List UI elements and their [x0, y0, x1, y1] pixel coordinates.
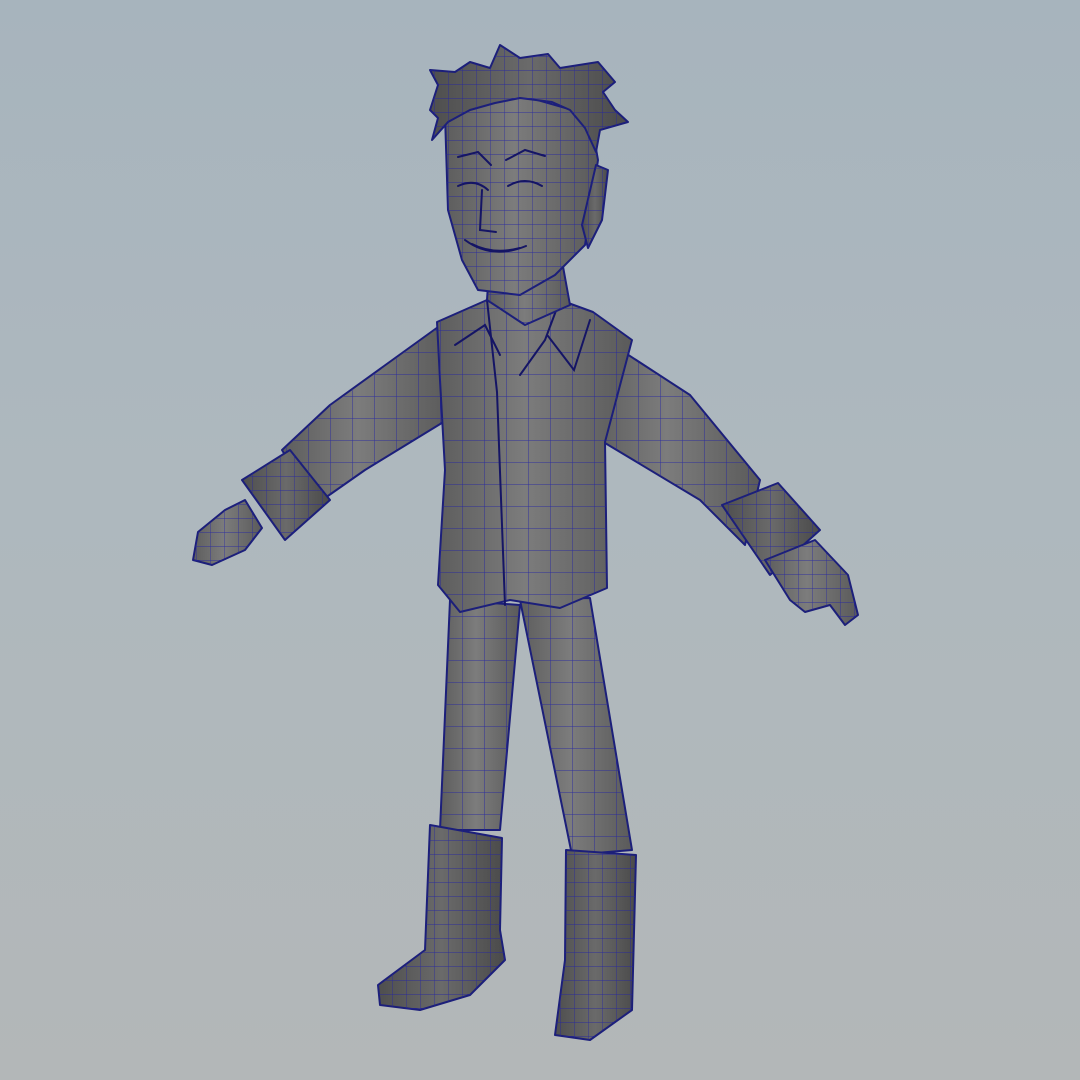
- torso[interactable]: [436, 299, 633, 613]
- character-model[interactable]: [0, 0, 1080, 1080]
- right-arm[interactable]: [589, 329, 859, 626]
- boots[interactable]: [377, 824, 637, 1041]
- left-arm[interactable]: [192, 321, 451, 566]
- 3d-viewport[interactable]: [0, 0, 1080, 1080]
- legs[interactable]: [439, 597, 633, 856]
